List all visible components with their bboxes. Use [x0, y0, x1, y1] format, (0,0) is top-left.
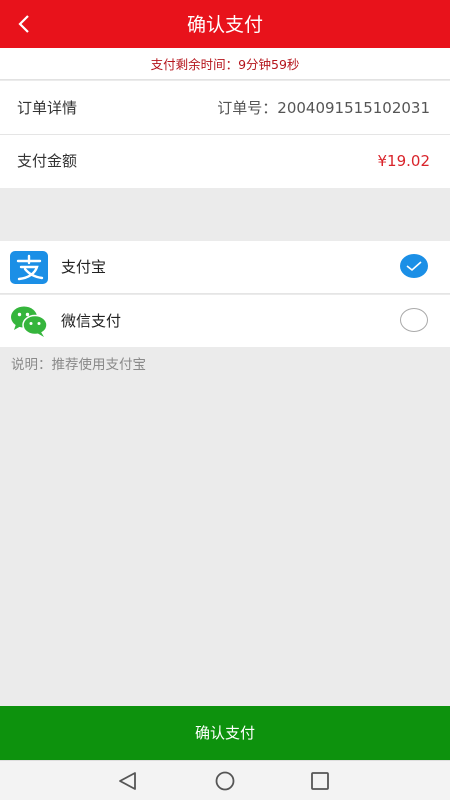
alipay-radio-checked[interactable]: [400, 254, 428, 278]
confirm-payment-button[interactable]: 确认支付: [0, 706, 450, 760]
alipay-label: 支付宝: [61, 258, 107, 276]
wechat-label: 微信支付: [61, 312, 122, 330]
app-header: 确认支付: [0, 0, 450, 48]
back-triangle-icon[interactable]: [115, 769, 141, 793]
wechat-radio-unchecked[interactable]: [400, 308, 428, 332]
checkmark-icon: [406, 261, 422, 272]
recents-square-icon[interactable]: [307, 769, 333, 793]
home-circle-icon[interactable]: [212, 769, 238, 793]
page-title: 确认支付: [186, 14, 263, 36]
system-nav-bar: [0, 760, 450, 800]
payment-note: 说明：推荐使用支付宝: [11, 357, 146, 373]
order-details-row: 订单详情 订单号：2004091515102031: [0, 81, 450, 135]
payment-timer: 支付剩余时间：9分钟59秒: [0, 48, 450, 80]
order-number: 订单号：2004091515102031: [217, 99, 430, 117]
payment-amount-label: 支付金额: [17, 152, 78, 170]
payment-amount-row: 支付金额 ¥19.02: [0, 135, 450, 188]
alipay-icon: [10, 251, 48, 284]
payment-option-alipay[interactable]: 支付宝: [0, 241, 450, 294]
timer-text: 支付剩余时间：9分钟59秒: [150, 57, 300, 72]
payment-amount-value: ¥19.02: [377, 152, 431, 170]
order-details-label: 订单详情: [17, 99, 78, 117]
payment-option-wechat[interactable]: 微信支付: [0, 295, 450, 347]
wechat-icon: [11, 306, 48, 337]
